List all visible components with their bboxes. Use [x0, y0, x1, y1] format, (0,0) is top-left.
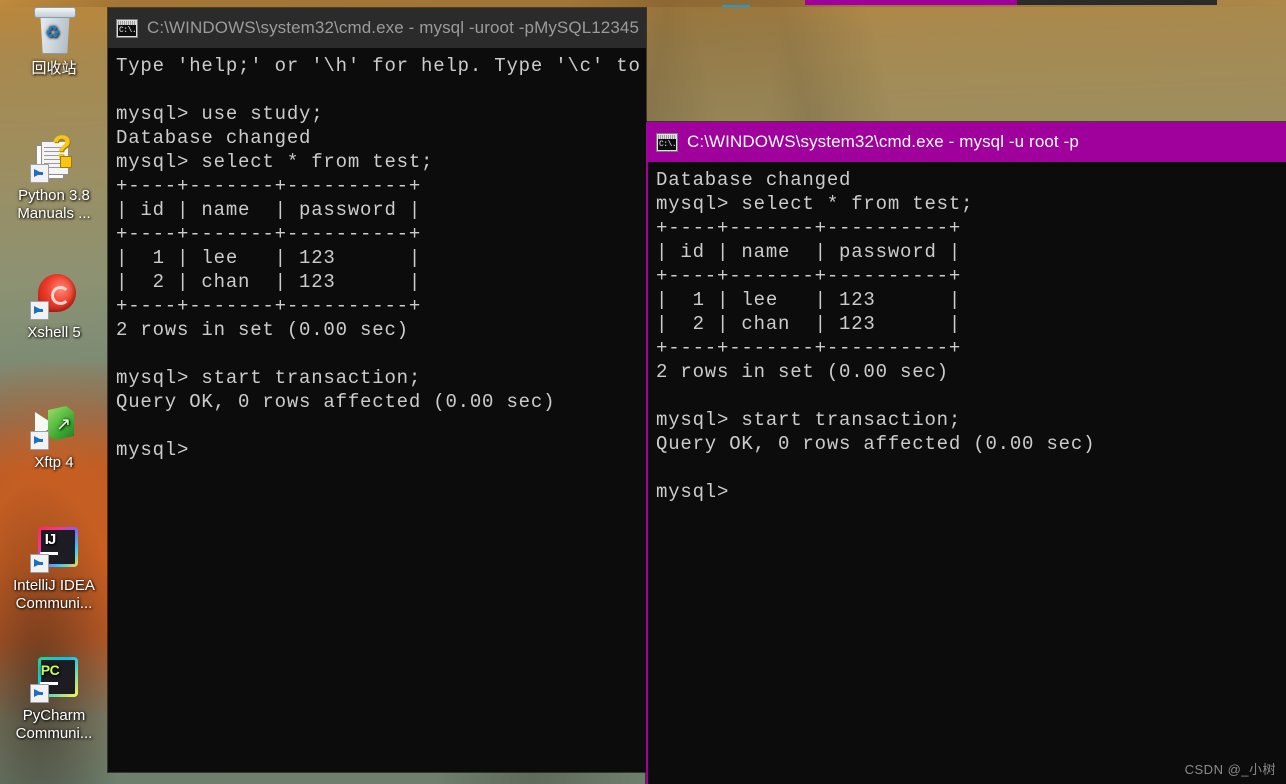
cmd-icon-prompt: C:\.: [658, 138, 677, 150]
desktop-screen: ♻ 回收站 ? Python 3.8 Manuals ... Xshell 5: [0, 0, 1286, 784]
xftp-icon: ↗: [30, 402, 78, 450]
window-title: C:\WINDOWS\system32\cmd.exe - mysql -uro…: [147, 18, 640, 37]
window-title: C:\WINDOWS\system32\cmd.exe - mysql -u r…: [687, 132, 1079, 151]
intellij-idea-icon: IJ: [30, 525, 78, 573]
window-titlebar-inactive[interactable]: C:\. C:\WINDOWS\system32\cmd.exe - mysql…: [108, 8, 646, 48]
recycle-bin-icon: ♻: [30, 7, 78, 56]
background-window-sliver-active[interactable]: [805, 0, 1017, 5]
desktop-icon-recycle-bin[interactable]: ♻ 回收站: [0, 7, 108, 78]
shortcut-arrow-icon: [30, 164, 49, 183]
background-window-sliver-inactive[interactable]: [1017, 0, 1217, 5]
desktop-icon-label: PyCharm Communi...: [15, 707, 93, 742]
console-output[interactable]: Type 'help;' or '\h' for help. Type '\c'…: [108, 48, 646, 772]
desktop-icon-label: Python 3.8 Manuals ...: [17, 187, 91, 222]
desktop-icon-label: IntelliJ IDEA Communi...: [13, 577, 95, 612]
cmd-icon: C:\.: [116, 18, 138, 38]
shortcut-arrow-icon: [30, 301, 49, 320]
desktop-icon-column: ♻ 回收站 ? Python 3.8 Manuals ... Xshell 5: [0, 0, 108, 784]
desktop-icon-xftp[interactable]: ↗ Xftp 4: [0, 402, 108, 472]
csdn-watermark: CSDN @_小树: [1184, 762, 1276, 777]
pycharm-icon: PC: [30, 655, 78, 703]
shortcut-arrow-icon: [30, 431, 49, 450]
desktop-icon-label: Xftp 4: [34, 454, 74, 471]
desktop-icon-pycharm[interactable]: PC PyCharm Communi...: [0, 655, 108, 743]
background-window-sliver-accent: [722, 5, 750, 7]
cmd-window-mysql-u-root[interactable]: C:\. C:\WINDOWS\system32\cmd.exe - mysql…: [646, 122, 1286, 784]
cmd-window-mysql-uroot[interactable]: C:\. C:\WINDOWS\system32\cmd.exe - mysql…: [108, 8, 646, 772]
xshell-icon: [30, 272, 78, 320]
cmd-icon-prompt: C:\.: [118, 24, 137, 36]
console-output[interactable]: Database changed mysql> select * from te…: [648, 162, 1286, 784]
help-document-icon: ?: [30, 131, 78, 183]
shortcut-arrow-icon: [30, 684, 49, 703]
cmd-icon: C:\.: [656, 132, 678, 152]
desktop-icon-label: 回收站: [31, 60, 77, 77]
desktop-icon-label: Xshell 5: [27, 324, 81, 341]
desktop-icon-intellij-idea[interactable]: IJ IntelliJ IDEA Communi...: [0, 525, 108, 613]
shortcut-arrow-icon: [30, 554, 49, 573]
desktop-icon-python-manuals[interactable]: ? Python 3.8 Manuals ...: [0, 131, 108, 223]
desktop-icon-xshell[interactable]: Xshell 5: [0, 272, 108, 342]
window-titlebar-active[interactable]: C:\. C:\WINDOWS\system32\cmd.exe - mysql…: [648, 122, 1286, 162]
